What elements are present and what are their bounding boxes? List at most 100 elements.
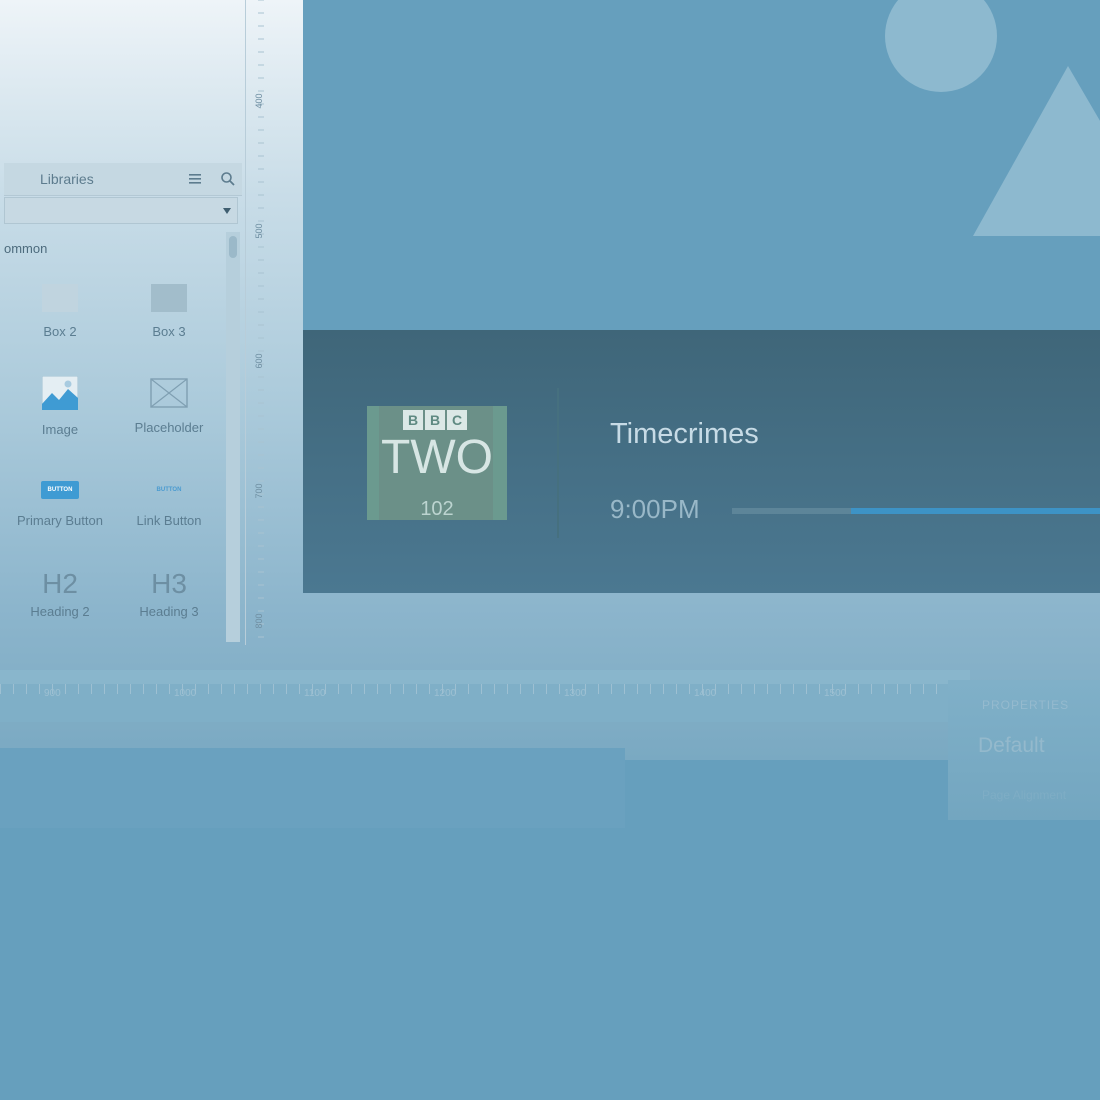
channel-number: 102 [420, 498, 454, 520]
primary-button-icon: BUTTON [41, 481, 79, 499]
divider [557, 388, 559, 538]
bbc-logo-block: C [447, 410, 467, 430]
libraries-panel-header: Libraries [4, 163, 242, 196]
ruler-tick [481, 684, 482, 694]
ruler-tick [65, 684, 66, 694]
ruler-tick [221, 684, 222, 694]
ruler-tick [832, 684, 833, 694]
canvas-lower-area [0, 748, 625, 828]
ruler-tick [312, 684, 313, 694]
program-progress-fill [851, 508, 1100, 514]
vertical-ruler: 400 500 600 700 800 [245, 0, 264, 645]
vertical-ruler-label: 700 [254, 483, 264, 499]
ruler-tick [845, 684, 846, 694]
vertical-ruler-label: 400 [254, 93, 264, 109]
widget-placeholder[interactable]: Placeholder [114, 378, 224, 435]
ruler-tick [702, 684, 703, 694]
library-scrollbar-thumb[interactable] [229, 236, 237, 258]
ruler-tick [117, 684, 118, 694]
properties-panel: PROPERTIES Default Page Alignment [948, 680, 1100, 820]
ruler-tick [325, 684, 326, 694]
widget-label: Link Button [136, 513, 202, 528]
ruler-tick [546, 684, 547, 694]
ruler-tick [234, 684, 235, 694]
ruler-tick [585, 684, 586, 694]
ruler-tick [403, 684, 404, 694]
horizontal-ruler-label: 1200 [434, 688, 457, 699]
ruler-tick [676, 684, 677, 694]
ruler-tick [364, 684, 365, 694]
properties-heading: PROPERTIES [982, 698, 1070, 712]
ruler-tick [130, 684, 131, 694]
channel-logo[interactable]: B B C TWO 102 [367, 406, 507, 520]
properties-sub-label: Page Alignment [982, 788, 1067, 802]
link-button-icon: BUTTON [156, 487, 182, 493]
ruler-tick [156, 684, 157, 694]
ruler-tick [910, 684, 911, 694]
widget-heading-3[interactable]: H3 Heading 3 [114, 568, 224, 619]
triangle-shape [973, 66, 1100, 236]
widget-link-button[interactable]: BUTTON Link Button [114, 481, 224, 528]
ruler-tick [689, 684, 690, 694]
ruler-tick [572, 684, 573, 694]
widget-label: Primary Button [17, 513, 103, 528]
ruler-tick [871, 684, 872, 694]
ruler-tick [260, 684, 261, 694]
widget-label: Heading 2 [30, 604, 90, 619]
widget-label: Box 2 [43, 324, 77, 339]
ruler-tick [299, 684, 300, 694]
ruler-tick [429, 684, 430, 694]
horizontal-ruler-label: 1400 [694, 688, 717, 699]
menu-icon[interactable] [188, 172, 202, 186]
ruler-tick [715, 684, 716, 694]
ruler-tick [611, 684, 612, 694]
ruler-tick [104, 684, 105, 694]
bbc-logo: B B C [403, 410, 467, 430]
channel-name: TWO [381, 431, 493, 484]
widget-primary-button[interactable]: BUTTON Primary Button [5, 481, 115, 528]
horizontal-ruler-label: 1500 [824, 688, 847, 699]
properties-style-value[interactable]: Default [978, 734, 1045, 758]
ruler-tick [286, 684, 287, 694]
bbc-logo-block: B [425, 410, 445, 430]
ruler-tick [728, 684, 729, 694]
ruler-tick [390, 684, 391, 694]
ruler-tick [0, 684, 1, 694]
widget-heading-2[interactable]: H2 Heading 2 [5, 568, 115, 619]
ruler-tick [26, 684, 27, 694]
image-icon [42, 376, 78, 410]
vertical-ruler-label: 600 [254, 353, 264, 369]
ruler-tick [13, 684, 14, 694]
ruler-tick [923, 684, 924, 694]
ruler-tick [793, 684, 794, 694]
ruler-tick [208, 684, 209, 694]
widget-box-2[interactable]: Box 2 [5, 284, 115, 339]
ruler-tick [897, 684, 898, 694]
tv-guide-panel[interactable]: B B C TWO 102 Timecrimes 9:00PM [303, 330, 1100, 593]
ruler-tick [637, 684, 638, 694]
ruler-tick [91, 684, 92, 694]
ruler-tick [143, 684, 144, 694]
ruler-tick [273, 684, 274, 694]
ruler-tick [533, 684, 534, 694]
widget-box-3[interactable]: Box 3 [114, 284, 224, 339]
ruler-tick [455, 684, 456, 694]
ruler-tick [78, 684, 79, 694]
ruler-tick [182, 684, 183, 694]
ruler-tick [884, 684, 885, 694]
ruler-tick [858, 684, 859, 694]
search-icon[interactable] [220, 171, 236, 187]
vertical-ruler-label: 500 [254, 223, 264, 239]
horizontal-ruler: 900 1000 1100 1200 1300 1400 1500 16 [0, 670, 970, 722]
widget-label: Box 3 [152, 324, 186, 339]
widget-image[interactable]: Image [5, 376, 115, 437]
ruler-tick [754, 684, 755, 694]
library-select-dropdown[interactable] [4, 197, 238, 224]
ruler-tick [663, 684, 664, 694]
ruler-tick [52, 684, 53, 694]
library-scrollbar[interactable] [226, 232, 240, 642]
ruler-tick [507, 684, 508, 694]
program-time: 9:00PM [610, 494, 700, 524]
widget-label: Placeholder [134, 420, 204, 435]
libraries-title: Libraries [40, 171, 94, 187]
